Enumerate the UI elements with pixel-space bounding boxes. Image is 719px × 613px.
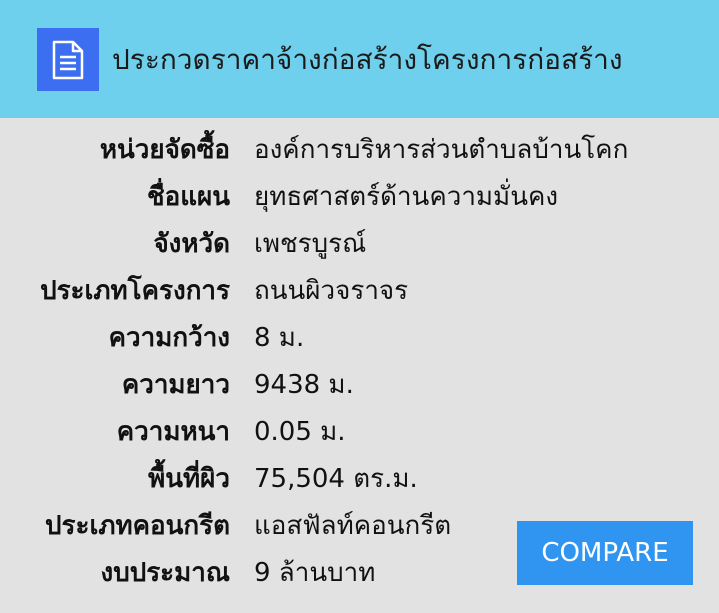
detail-value: 75,504 ตร.ม. — [254, 464, 418, 494]
detail-label: ชื่อแผน — [146, 182, 230, 212]
detail-row-plan: ชื่อแผน ยุทธศาสตร์ด้านความมั่นคง — [0, 174, 719, 221]
detail-value: 9 ล้านบาท — [254, 558, 376, 588]
detail-row-length: ความยาว 9438 ม. — [0, 362, 719, 409]
page-title: ประกวดราคาจ้างก่อสร้างโครงการก่อสร้าง — [112, 43, 623, 76]
detail-row-thickness: ความหนา 0.05 ม. — [0, 409, 719, 456]
compare-button[interactable]: COMPARE — [517, 521, 693, 585]
detail-label: ความหนา — [116, 417, 230, 447]
detail-row-agency: หน่วยจัดซื้อ องค์การบริหารส่วนตำบลบ้านโค… — [0, 127, 719, 174]
detail-label: ความยาว — [121, 370, 230, 400]
detail-label: จังหวัด — [153, 229, 230, 259]
detail-label: งบประมาณ — [100, 558, 231, 588]
detail-label: ประเภทคอนกรีต — [45, 511, 230, 541]
detail-label: ประเภทโครงการ — [40, 276, 230, 306]
detail-value: แอสฟัลท์คอนกรีต — [254, 511, 452, 541]
detail-value: ยุทธศาสตร์ด้านความมั่นคง — [254, 182, 559, 212]
detail-value: 8 ม. — [254, 323, 305, 353]
detail-label: หน่วยจัดซื้อ — [99, 135, 230, 165]
detail-value: 9438 ม. — [254, 370, 354, 400]
detail-label: ความกว้าง — [108, 323, 230, 353]
detail-row-province: จังหวัด เพชรบูรณ์ — [0, 221, 719, 268]
document-icon — [37, 28, 99, 91]
header-bar: ประกวดราคาจ้างก่อสร้างโครงการก่อสร้าง — [0, 0, 719, 118]
detail-row-width: ความกว้าง 8 ม. — [0, 315, 719, 362]
detail-row-project-type: ประเภทโครงการ ถนนผิวจราจร — [0, 268, 719, 315]
detail-value: เพชรบูรณ์ — [254, 229, 367, 259]
detail-value: ถนนผิวจราจร — [254, 276, 409, 306]
detail-label: พื้นที่ผิว — [148, 464, 230, 494]
detail-value: องค์การบริหารส่วนตำบลบ้านโคก — [254, 135, 629, 165]
detail-value: 0.05 ม. — [254, 417, 346, 447]
detail-row-area: พื้นที่ผิว 75,504 ตร.ม. — [0, 456, 719, 503]
